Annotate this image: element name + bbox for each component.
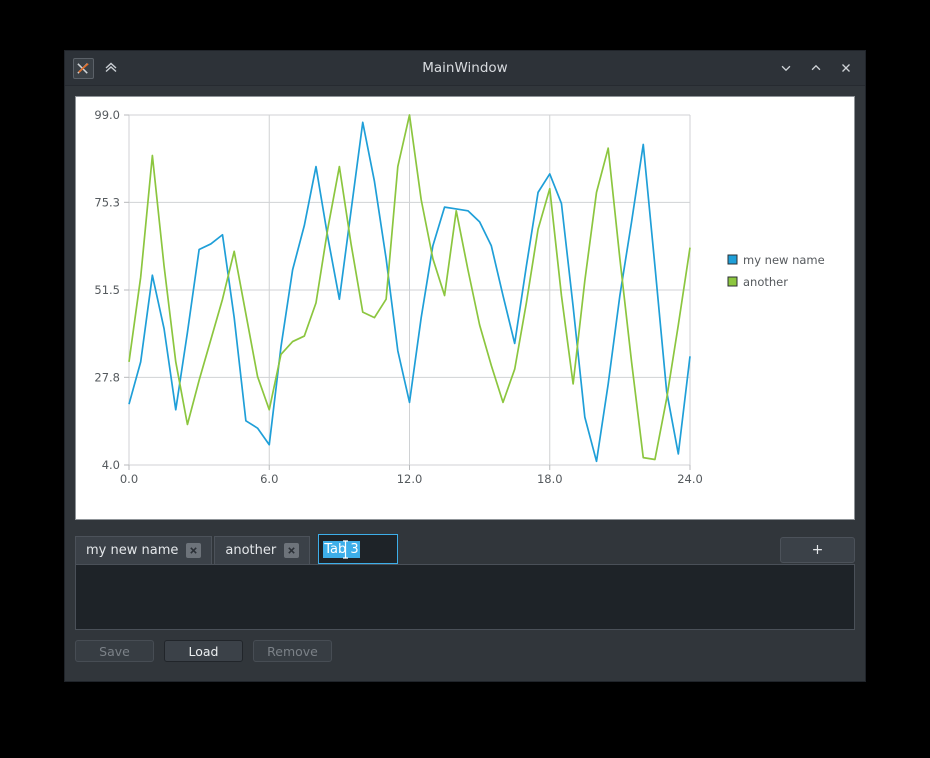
x-tick-label: 24.0 xyxy=(677,472,703,486)
window-body: 0.0 6.0 12.0 18.0 24.0 4.0 27.8 51.5 75.3 99.0 my … xyxy=(65,86,865,682)
main-window: MainWindow 0.0 6.0 12.0 18.0 24.0 4.0 27… xyxy=(64,50,866,682)
legend-swatch xyxy=(727,254,738,265)
title-bar-left xyxy=(65,57,120,79)
y-tick-label: 75.3 xyxy=(94,195,120,209)
title-bar[interactable]: MainWindow xyxy=(65,51,865,86)
legend-label: my new name xyxy=(743,253,825,267)
x-tick-label: 0.0 xyxy=(120,472,138,486)
save-button[interactable]: Save xyxy=(75,640,154,662)
tab-bar: my new name another Tab 3 + xyxy=(75,530,855,564)
close-button[interactable] xyxy=(833,55,859,81)
tab-my-new-name[interactable]: my new name xyxy=(75,536,213,564)
plot-card: 0.0 6.0 12.0 18.0 24.0 4.0 27.8 51.5 75.3 99.0 my … xyxy=(75,96,855,520)
add-tab-label: + xyxy=(811,542,824,558)
remove-button[interactable]: Remove xyxy=(253,640,332,662)
tab-label: my new name xyxy=(86,543,179,558)
y-tick-label: 27.8 xyxy=(94,370,120,384)
close-icon[interactable] xyxy=(284,543,300,558)
add-tab-button[interactable]: + xyxy=(780,537,855,563)
x-tick-label: 12.0 xyxy=(397,472,423,486)
tab-another[interactable]: another xyxy=(214,536,311,564)
tab-rename-input[interactable]: Tab 3 xyxy=(318,534,399,564)
maximize-button[interactable] xyxy=(803,55,829,81)
tab-label: another xyxy=(225,543,277,558)
y-tick-label: 51.5 xyxy=(94,283,120,297)
tab-rename-value: Tab 3 xyxy=(323,540,360,558)
legend-label: another xyxy=(743,275,788,289)
action-buttons: Save Load Remove xyxy=(75,640,855,662)
x-tick-label: 18.0 xyxy=(537,472,563,486)
line-chart: 0.0 6.0 12.0 18.0 24.0 4.0 27.8 51.5 75.3 99.0 my … xyxy=(94,108,825,486)
y-tick-label: 99.0 xyxy=(94,108,120,122)
save-label: Save xyxy=(99,643,130,659)
x-tick-label: 6.0 xyxy=(260,472,278,486)
window-title: MainWindow xyxy=(422,60,508,76)
data-list[interactable] xyxy=(75,564,855,630)
remove-label: Remove xyxy=(267,643,318,659)
close-icon[interactable] xyxy=(186,543,202,558)
app-icon[interactable] xyxy=(73,57,94,79)
minimize-button[interactable] xyxy=(773,55,799,81)
window-controls xyxy=(773,51,859,85)
load-button[interactable]: Load xyxy=(164,640,243,662)
chevron-double-up-icon[interactable] xyxy=(102,59,120,77)
bottom-panel: my new name another Tab 3 + Save Load Re… xyxy=(75,530,855,672)
legend-swatch xyxy=(727,276,738,287)
y-tick-label: 4.0 xyxy=(102,458,120,472)
load-label: Load xyxy=(188,643,219,659)
screen: { "window": { "title": "MainWindow", "ic… xyxy=(0,0,930,758)
